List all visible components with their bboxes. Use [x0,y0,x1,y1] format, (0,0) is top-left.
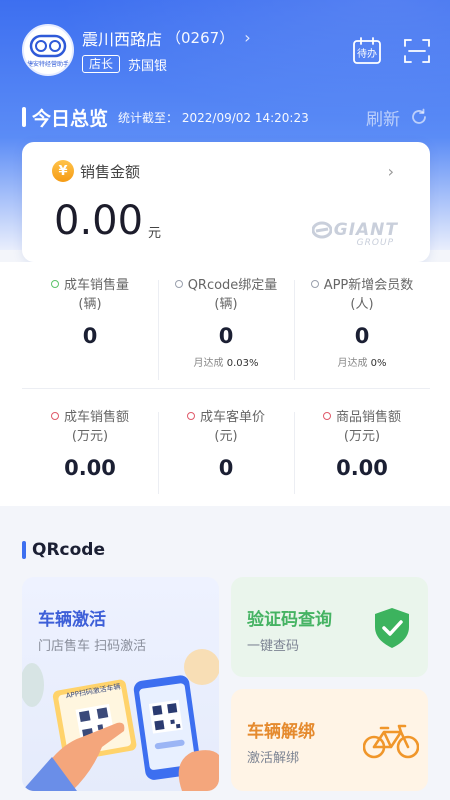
stat-label-text: 统计截至： [118,110,179,125]
qrcode-section-header: QRcode [22,540,105,560]
metric-unit: (元) [214,429,238,444]
metric-label: 商品销售额 [335,410,401,425]
scan-button[interactable] [402,36,432,66]
metric-unit: (辆) [78,297,102,312]
metric-bike-sales-amount[interactable]: 成车销售额 (万元) 0.00 [22,408,158,498]
metric-avg-order-price[interactable]: 成车客单价 (元) 0 [158,408,294,498]
refresh-icon [412,108,426,124]
sales-label: 销售金额 [80,162,141,181]
metric-value: 0 [218,456,234,480]
role-badge: 店长 [82,55,121,73]
qrcode-section-title: QRcode [32,540,105,560]
metric-unit: (万元) [343,429,381,444]
overview-title: 今日总览 [32,107,109,130]
sales-unit: 元 [148,226,162,241]
metric-label: QRcode绑定量 [187,278,278,293]
yen-icon: ¥ [52,160,74,182]
metric-label: 成车客单价 [199,410,265,425]
stat-label: 统计截至： 2022/09/02 14:20:23 [118,109,309,126]
tile-subtitle: 激活解绑 [247,751,300,766]
gray-dot-icon [310,280,319,288]
store-info[interactable]: 震川西路店 （0267） › 店长 苏国银 [82,27,251,74]
metric-value: 0.00 [336,456,388,480]
metric-unit: (人) [350,297,374,312]
metrics-row-2: 成车销售额 (万元) 0.00 成车客单价 (元) 0 商品销售额 (万元) 0… [22,408,430,498]
metrics-panel: 成车销售量 (辆) 0 QRcode绑定量 (辆) 0 月达成 0.03% AP… [0,262,450,506]
metrics-row-1: 成车销售量 (辆) 0 QRcode绑定量 (辆) 0 月达成 0.03% AP… [22,276,430,384]
metric-unit: (万元) [71,429,109,444]
section-accent-bar [22,107,26,127]
brand-sub-text: GROUP [356,238,394,248]
vehicle-unbind-tile[interactable]: 车辆解绑 激活解绑 [231,689,428,791]
metric-value: 0 [82,324,98,348]
shield-check-icon [375,608,409,648]
monthly-rate-value: 0% [370,358,387,369]
giant-watermark-logo: GIANT GROUP [311,220,398,248]
store-name: 震川西路店 [82,29,163,49]
brand-text: GIANT [333,220,398,240]
metric-value: 0 [354,324,370,348]
tile-title: 车辆解绑 [247,722,315,742]
section-accent-bar [22,541,26,559]
vehicle-activation-tile[interactable]: 车辆激活 门店售车 扫码激活 APP扫码激活车辆 [22,577,219,791]
metric-monthly-rate: 月达成 0% [294,357,430,371]
red-dot-icon [186,412,195,420]
chevron-right-icon: › [244,28,251,47]
metric-value: 0 [218,324,234,348]
metric-app-new-members[interactable]: APP新增会员数 (人) 0 月达成 0% [294,276,430,384]
manager-name: 苏国银 [128,58,168,74]
sales-value: 0.00 [54,198,144,244]
green-dot-icon [50,280,59,288]
bicycle-icon [363,724,419,759]
todo-label: 待办 [357,49,377,60]
metric-bike-sales-qty[interactable]: 成车销售量 (辆) 0 [22,276,158,384]
metric-unit: (辆) [214,297,238,312]
tile-title: 验证码查询 [247,610,332,630]
scan-activation-illustration: APP扫码激活车辆 [22,649,219,791]
app-logo: 捷安特经营助手 [22,24,74,76]
verification-code-query-tile[interactable]: 验证码查询 一键查码 [231,577,428,677]
gray-dot-icon [174,280,183,288]
metric-value: 0.00 [64,456,116,480]
monthly-rate-label: 月达成 [337,358,368,369]
metric-qrcode-bind[interactable]: QRcode绑定量 (辆) 0 月达成 0.03% [158,276,294,384]
sales-amount-card[interactable]: ¥ 销售金额 › 0.00 元 GIANT GROUP [22,142,430,262]
chevron-right-icon: › [387,162,394,181]
refresh-label: 刷新 [366,109,400,130]
metric-label: APP新增会员数 [323,278,414,293]
store-code: （0267） [166,29,235,47]
stat-time: 2022/09/02 14:20:23 [181,110,309,125]
tile-subtitle: 一键查码 [247,639,300,654]
logo-text: 捷安特经营助手 [26,61,69,68]
metric-label: 成车销售量 [63,278,129,293]
scan-icon [404,39,430,63]
red-dot-icon [50,412,59,420]
overview-header: 今日总览 统计截至： 2022/09/02 14:20:23 刷新 [22,104,428,130]
store-bar: 捷安特经营助手 震川西路店 （0267） › 店长 苏国银 待办 [22,22,432,78]
monthly-rate-value: 0.03% [226,358,259,369]
refresh-button[interactable]: 刷新 [366,105,428,130]
monthly-rate-label: 月达成 [193,358,224,369]
divider [22,388,430,389]
todo-button[interactable]: 待办 [352,36,382,66]
tile-title: 车辆激活 [38,610,106,630]
red-dot-icon [322,412,331,420]
metric-monthly-rate: 月达成 0.03% [158,357,294,371]
metric-goods-sales-amount[interactable]: 商品销售额 (万元) 0.00 [294,408,430,498]
metric-label: 成车销售额 [63,410,129,425]
